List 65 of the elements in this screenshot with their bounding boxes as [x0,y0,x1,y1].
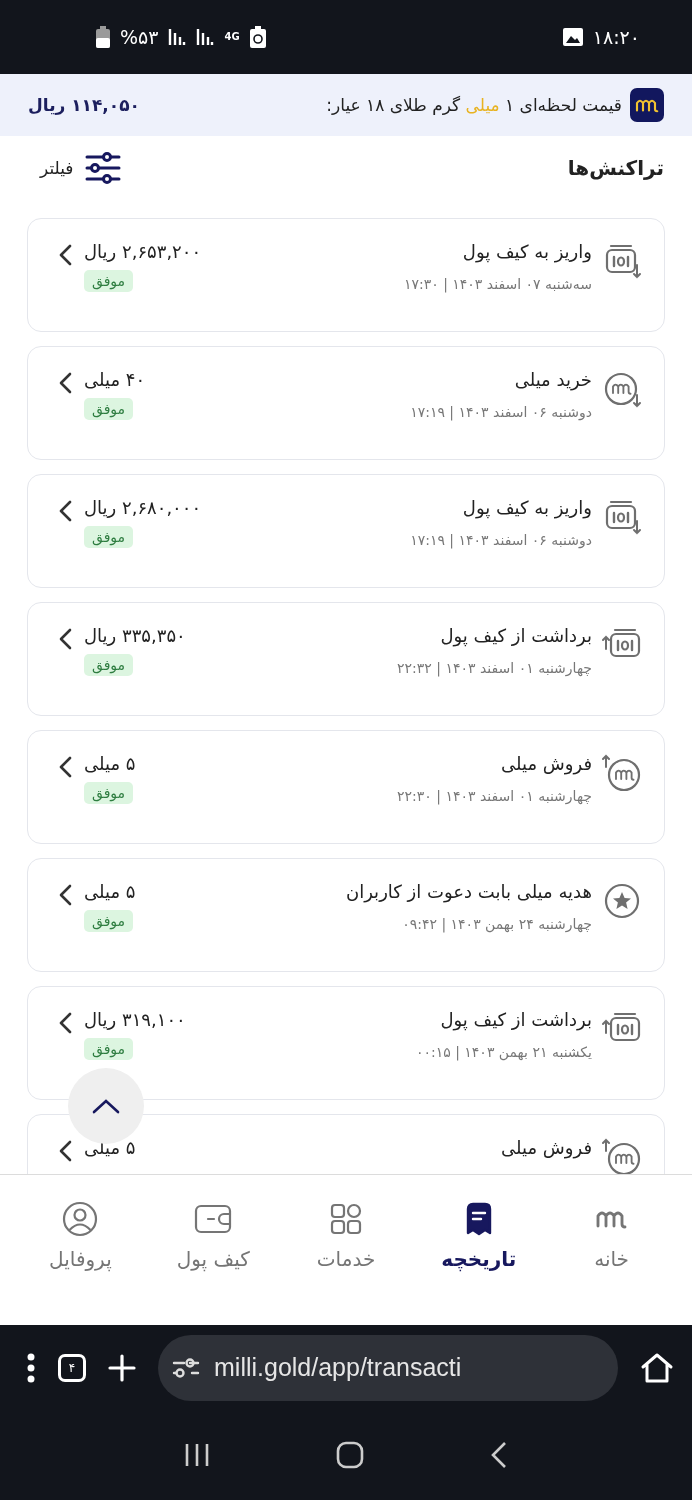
battery-percent: %۵۳ [120,26,159,48]
status-badge: موفق [84,398,134,420]
url-text: milli.gold/app/transacti [214,1353,462,1382]
nav-tab[interactable]: تاریخچه [412,1199,546,1279]
transaction-amount: ۵ میلی [84,753,136,774]
transaction-card[interactable]: واریز به کیف پول دوشنبه ۰۶ اسفند ۱۴۰۳ | ۱۷:۱۹ ۲,۶۸۰,۰۰۰ ریال موفق [27,474,665,588]
new-tab-icon[interactable] [108,1353,136,1382]
status-badge: موفق [84,1038,134,1060]
battery-icon [96,26,110,48]
transaction-title: فروش میلی [500,1137,592,1158]
address-bar[interactable]: milli.gold/app/transacti [158,1334,618,1401]
coin-sell-icon [602,753,642,793]
transaction-date: چهارشنبه ۲۴ بهمن ۱۴۰۳ | ۰۹:۴۲ [401,916,592,932]
transaction-amount: ۲,۶۵۳,۲۰۰ ریال [84,241,202,262]
status-badge: موفق [84,526,134,548]
nav-tab[interactable]: خانه [545,1199,678,1279]
clock: ۱۸:۲۰ [592,26,640,48]
transaction-card[interactable]: فروش میلی چهارشنبه ۰۱ اسفند ۱۴۰۳ | ۲۲:۳۰ ۵ میلی موفق [27,730,665,844]
transaction-amount: ۲,۶۸۰,۰۰۰ ریال [84,497,202,518]
coin-sell-icon [602,1137,642,1174]
transaction-date: چهارشنبه ۰۱ اسفند ۱۴۰۳ | ۲۲:۳۲ [396,660,592,676]
network-type: 4G [224,32,240,42]
transaction-date: سه‌شنبه ۰۷ اسفند ۱۴۰۳ | ۱۷:۳۰ [402,276,592,292]
signal-icon [168,27,187,47]
transaction-date: دوشنبه ۰۶ اسفند ۱۴۰۳ | ۱۷:۱۹ [409,532,592,548]
home-icon[interactable] [640,1351,674,1384]
menu-icon[interactable] [26,1351,36,1384]
transaction-card[interactable]: برداشت از کیف پول یکشنبه ۲۱ بهمن ۱۴۰۳ | ۰۰:۱۵ ۳۱۹,۱۰۰ ریال موفق [27,986,665,1100]
status-badge: موفق [84,910,134,932]
recycle-battery-icon [249,26,266,48]
page-title: تراکنش‌ها [567,156,664,180]
tab-count-button[interactable]: ۴ [58,1353,86,1382]
transaction-amount: ۴۰ میلی [84,369,146,390]
transaction-card[interactable]: واریز به کیف پول سه‌شنبه ۰۷ اسفند ۱۴۰۳ | ۱۷:۳۰ ۲,۶۵۳,۲۰۰ ریال موفق [27,218,665,332]
nav-tab[interactable]: پروفایل [14,1199,147,1279]
status-badge: موفق [84,270,134,292]
transaction-title: هدیه میلی بابت دعوت از کاربران [344,881,592,902]
status-badge: موفق [84,654,134,676]
filter-button[interactable]: فیلتر [40,152,122,184]
transaction-title: خرید میلی [513,369,592,390]
nav-tab[interactable]: خدمات [279,1199,413,1279]
price-value: ۱۱۴,۰۵۰ ریال [28,95,140,115]
transaction-card[interactable]: برداشت از کیف پول چهارشنبه ۰۱ اسفند ۱۴۰۳ | ۲۲:۳۲ ۳۳۵,۳۵۰ ریال موفق [27,602,665,716]
transaction-title: واریز به کیف پول [461,497,592,518]
transaction-amount: ۳۳۵,۳۵۰ ریال [84,625,186,646]
transaction-date: چهارشنبه ۰۱ اسفند ۱۴۰۳ | ۲۲:۳۰ [396,788,592,804]
transaction-title: برداشت از کیف پول [439,1009,592,1030]
signal-icon [196,27,215,47]
transaction-title: واریز به کیف پول [461,241,592,262]
logo-icon [630,88,664,122]
transaction-card[interactable]: هدیه میلی بابت دعوت از کاربران چهارشنبه ۲۴ بهمن ۱۴۰۳ | ۰۹:۴۲ ۵ میلی موفق [27,858,665,972]
transaction-amount: ۵ میلی [84,881,136,902]
transaction-card[interactable]: خرید میلی دوشنبه ۰۶ اسفند ۱۴۰۳ | ۱۷:۱۹ ۴۰ میلی موفق [27,346,665,460]
transaction-title: فروش میلی [500,753,592,774]
image-icon [562,28,583,46]
transaction-date: یکشنبه ۲۱ بهمن ۱۴۰۳ | ۰۰:۱۵ [414,1044,592,1060]
transaction-title: برداشت از کیف پول [439,625,592,646]
transaction-date: دوشنبه ۰۶ اسفند ۱۴۰۳ | ۱۷:۱۹ [409,404,592,420]
price-label: قیمت لحظه‌ای ۱ میلی گرم طلای ۱۸ عیار: [325,95,622,115]
home-button-icon[interactable] [336,1441,364,1469]
transaction-amount: ۳۱۹,۱۰۰ ریال [84,1009,186,1030]
site-settings-icon[interactable] [172,1356,200,1379]
status-badge: موفق [84,782,134,804]
chevron-up-icon [91,1097,121,1115]
nav-tab[interactable]: کیف پول [146,1199,280,1279]
